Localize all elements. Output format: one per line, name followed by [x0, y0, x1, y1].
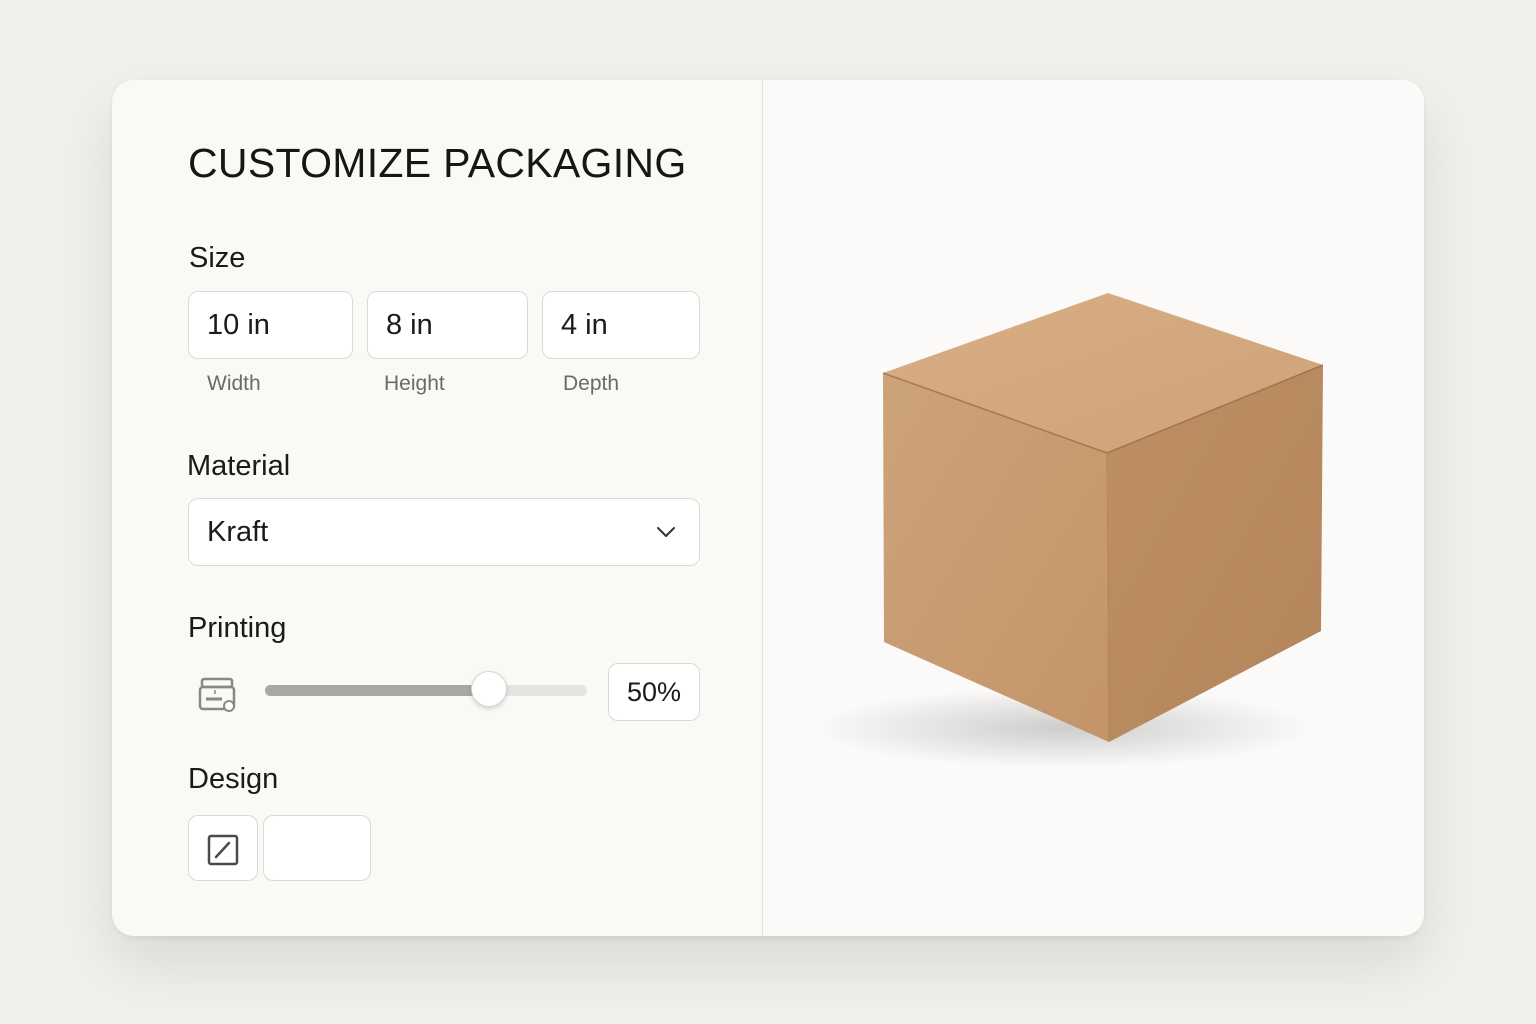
design-upload-slot[interactable]: [263, 815, 371, 881]
width-input[interactable]: 10 in: [188, 291, 353, 359]
size-label: Size: [189, 242, 246, 274]
design-label: Design: [188, 763, 279, 795]
width-value: 10 in: [207, 308, 270, 341]
depth-caption: Depth: [563, 372, 620, 395]
height-value: 8 in: [386, 308, 433, 341]
depth-value: 4 in: [561, 308, 608, 341]
preview-panel: [763, 80, 1424, 936]
printing-slider-fill: [265, 685, 489, 696]
width-caption: Width: [207, 372, 261, 395]
material-select[interactable]: Kraft: [188, 498, 700, 566]
height-input[interactable]: 8 in: [367, 291, 528, 359]
printing-slider[interactable]: [265, 671, 587, 707]
edit-design-icon: [207, 834, 239, 866]
kraft-box-preview: [813, 293, 1324, 768]
depth-input[interactable]: 4 in: [542, 291, 700, 359]
height-caption: Height: [384, 372, 445, 395]
printing-value-field[interactable]: 50%: [608, 663, 700, 721]
material-selected-value: Kraft: [207, 515, 269, 548]
chevron-down-icon: [657, 527, 675, 537]
printing-label: Printing: [188, 612, 287, 644]
printing-slider-thumb[interactable]: [471, 671, 507, 707]
options-panel: CUSTOMIZE PACKAGING Size 10 in 8 in 4 in…: [112, 80, 762, 936]
edit-design-button[interactable]: [188, 815, 258, 881]
material-label: Material: [187, 450, 291, 482]
printing-value: 50%: [626, 676, 682, 707]
customize-card: CUSTOMIZE PACKAGING Size 10 in 8 in 4 in…: [112, 80, 1424, 936]
page-title: CUSTOMIZE PACKAGING: [188, 140, 687, 186]
printer-icon: [198, 677, 236, 712]
